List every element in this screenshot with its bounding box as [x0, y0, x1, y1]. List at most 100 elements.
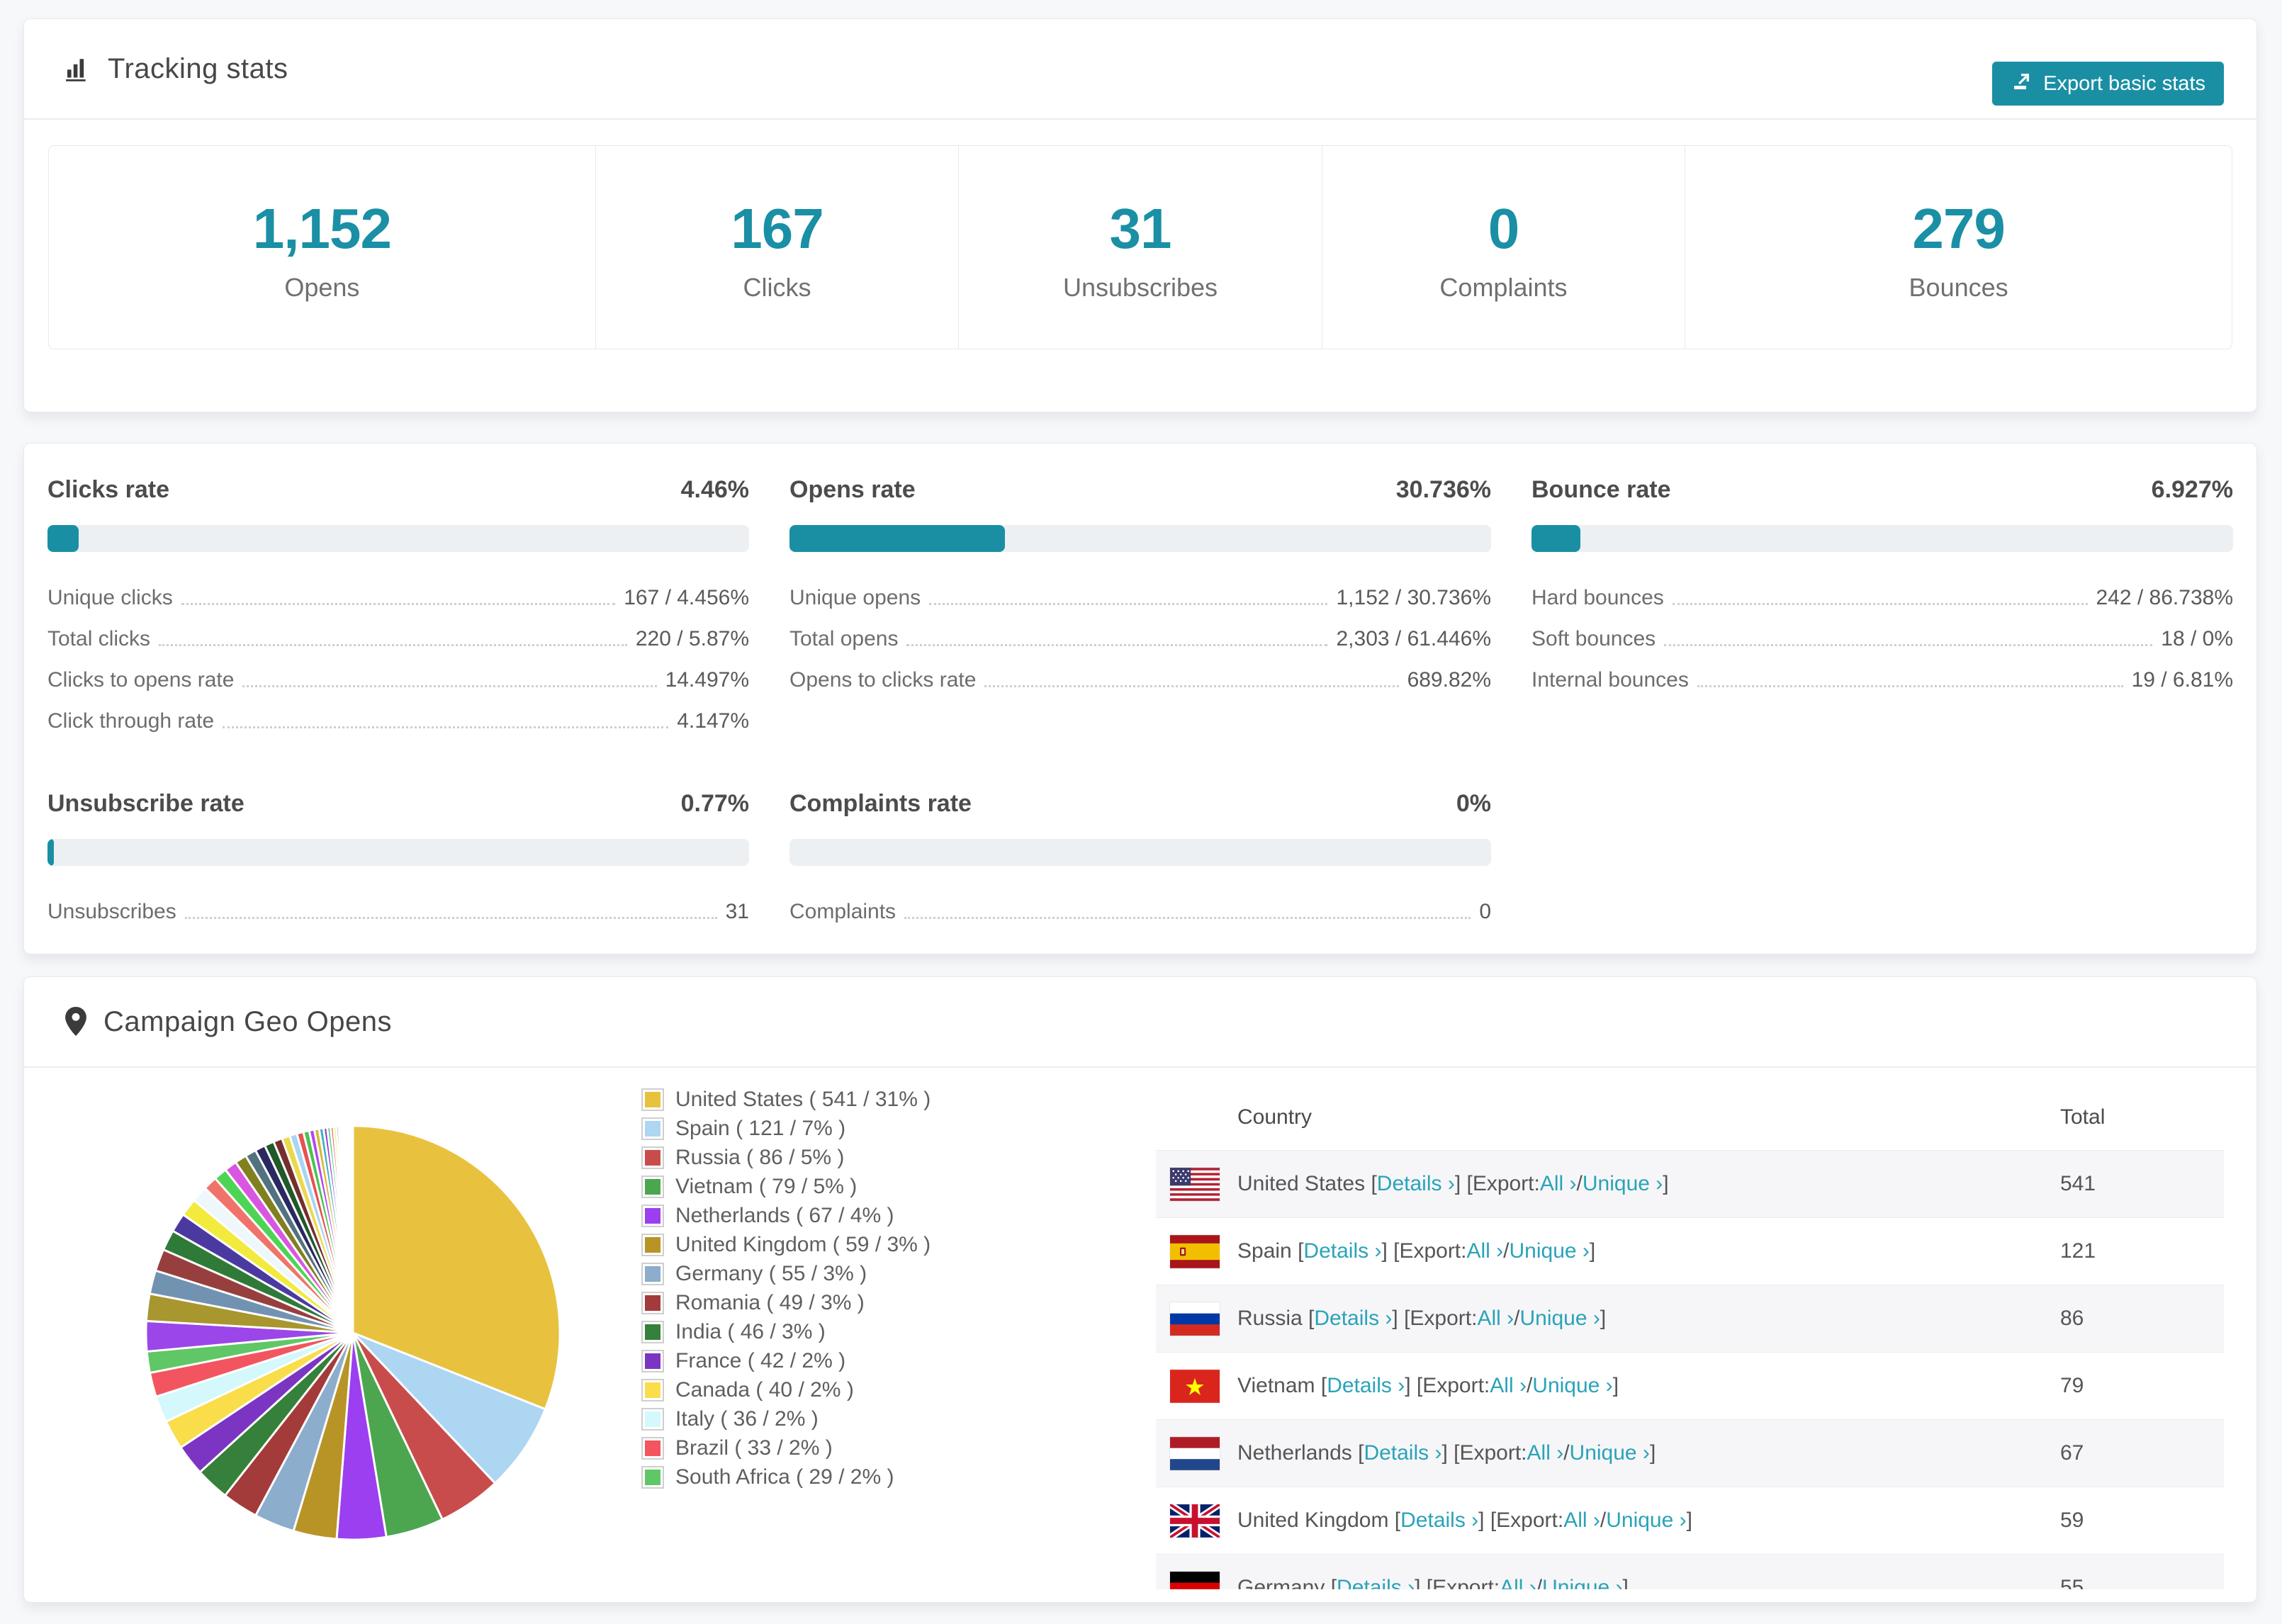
country-name: Russia [1237, 1307, 1303, 1330]
rate-detail-row: Unique opens 1,152 / 30.736% [789, 576, 1491, 617]
stat-label: Clicks [743, 273, 811, 302]
rate-detail-row: Soft bounces 18 / 0% [1531, 617, 2233, 658]
rate-detail-row: Internal bounces 19 / 6.81% [1531, 658, 2233, 699]
details-link[interactable]: Details › [1364, 1441, 1441, 1465]
rate-progress-bar [789, 839, 1491, 866]
rate-detail-value: 242 / 86.738% [2096, 586, 2234, 609]
legend-item-canada[interactable]: Canada ( 40 / 2% ) [641, 1375, 931, 1404]
details-link[interactable]: Details › [1303, 1239, 1381, 1263]
stat-label: Unsubscribes [1062, 273, 1218, 302]
rate-detail-label: Opens to clicks rate [789, 668, 977, 692]
rate-progress-bar [789, 525, 1491, 552]
legend-swatch [641, 1175, 664, 1198]
map-pin-icon [64, 1006, 88, 1037]
details-link[interactable]: Details › [1327, 1374, 1405, 1398]
legend-item-brazil[interactable]: Brazil ( 33 / 2% ) [641, 1433, 931, 1462]
rate-detail-label: Total opens [789, 627, 899, 650]
rate-rows: Unique clicks 167 / 4.456% Total clicks … [47, 576, 749, 740]
export-all-link[interactable]: All › [1466, 1239, 1503, 1263]
rate-rows: Complaints 0 [789, 890, 1491, 931]
stat-box-bounces: 279 Bounces [1685, 146, 2232, 349]
legend-item-united-states[interactable]: United States ( 541 / 31% ) [641, 1085, 931, 1114]
rate-detail-label: Unsubscribes [47, 900, 176, 923]
country-name: Netherlands [1237, 1441, 1352, 1465]
country-cell: Vietnam [Details ›] [Export: All › / Uni… [1156, 1369, 2060, 1403]
export-unique-link[interactable]: Unique › [1583, 1172, 1663, 1196]
rate-progress-fill [47, 525, 79, 552]
legend-item-south-africa[interactable]: South Africa ( 29 / 2% ) [641, 1462, 931, 1492]
export-unique-link[interactable]: Unique › [1532, 1374, 1612, 1398]
details-link[interactable]: Details › [1400, 1509, 1478, 1533]
stat-label: Opens [284, 273, 360, 302]
country-cell: Germany [Details ›] [Export: All › / Uni… [1156, 1571, 2060, 1589]
dotted-leader [929, 603, 1328, 605]
rate-detail-label: Total clicks [47, 627, 151, 650]
rate-head: Complaints rate 0% [789, 790, 1491, 818]
stat-value: 0 [1488, 197, 1519, 260]
flag-icon-vn [1170, 1369, 1220, 1403]
legend-swatch [641, 1465, 664, 1489]
rate-head: Unsubscribe rate 0.77% [47, 790, 749, 818]
country-name: United States [1237, 1172, 1366, 1195]
legend-item-netherlands[interactable]: Netherlands ( 67 / 4% ) [641, 1201, 931, 1230]
rate-detail-value: 31 [725, 900, 749, 923]
legend-item-russia[interactable]: Russia ( 86 / 5% ) [641, 1143, 931, 1172]
legend-item-france[interactable]: France ( 42 / 2% ) [641, 1346, 931, 1375]
geo-table: Country Total United States [Details ›] … [1156, 1085, 2224, 1589]
legend-swatch [641, 1204, 664, 1227]
export-unique-link[interactable]: Unique › [1542, 1576, 1622, 1589]
rate-progress-fill [789, 525, 1006, 552]
country-name: United Kingdom [1237, 1509, 1389, 1532]
legend-item-spain[interactable]: Spain ( 121 / 7% ) [641, 1114, 931, 1143]
export-unique-link[interactable]: Unique › [1519, 1307, 1600, 1331]
legend-item-germany[interactable]: Germany ( 55 / 3% ) [641, 1259, 931, 1288]
rate-title: Opens rate [789, 476, 916, 503]
export-basic-stats-button[interactable]: Export basic stats [1992, 62, 2224, 106]
rate-progress-bar [1531, 525, 2233, 552]
export-unique-link[interactable]: Unique › [1570, 1441, 1650, 1465]
country-cell: Netherlands [Details ›] [Export: All › /… [1156, 1436, 2060, 1470]
details-link[interactable]: Details › [1377, 1172, 1455, 1196]
rate-detail-value: 1,152 / 30.736% [1336, 586, 1491, 609]
rate-detail-value: 18 / 0% [2161, 627, 2233, 650]
legend-label: France ( 42 / 2% ) [675, 1348, 846, 1372]
rate-detail-row: Complaints 0 [789, 890, 1491, 931]
geo-header: Campaign Geo Opens [24, 977, 2256, 1066]
rate-detail-row: Hard bounces 242 / 86.738% [1531, 576, 2233, 617]
country-name: Vietnam [1237, 1374, 1315, 1397]
export-all-link[interactable]: All › [1500, 1576, 1536, 1589]
rates-grid: Clicks rate 4.46% Unique clicks 167 / 4.… [24, 444, 2256, 931]
flag-icon-ru [1170, 1302, 1220, 1336]
rate-detail-label: Internal bounces [1531, 668, 1689, 692]
rate-detail-value: 0 [1479, 900, 1491, 923]
legend-label: Romania ( 49 / 3% ) [675, 1290, 865, 1314]
rate-progress-fill [47, 839, 54, 866]
details-link[interactable]: Details › [1314, 1307, 1392, 1331]
dotted-leader [223, 726, 669, 728]
geo-opens-pie-chart[interactable] [143, 1123, 563, 1543]
legend-item-india[interactable]: India ( 46 / 3% ) [641, 1317, 931, 1346]
geo-table-body: United States [Details ›] [Export: All ›… [1156, 1150, 2224, 1589]
legend-label: Germany ( 55 / 3% ) [675, 1261, 867, 1285]
rate-detail-label: Unique clicks [47, 586, 173, 609]
export-unique-link[interactable]: Unique › [1606, 1509, 1686, 1533]
rate-detail-label: Clicks to opens rate [47, 668, 235, 692]
geo-table-row-us: United States [Details ›] [Export: All ›… [1156, 1150, 2224, 1217]
details-link[interactable]: Details › [1337, 1576, 1415, 1589]
export-unique-link[interactable]: Unique › [1510, 1239, 1590, 1263]
legend-item-italy[interactable]: Italy ( 36 / 2% ) [641, 1404, 931, 1433]
country-name: Germany [1237, 1576, 1325, 1589]
export-all-link[interactable]: All › [1490, 1374, 1527, 1398]
rate-detail-value: 2,303 / 61.446% [1336, 627, 1491, 650]
export-all-link[interactable]: All › [1477, 1307, 1514, 1331]
legend-item-united-kingdom[interactable]: United Kingdom ( 59 / 3% ) [641, 1230, 931, 1259]
export-all-link[interactable]: All › [1527, 1441, 1564, 1465]
dotted-leader [1664, 644, 2153, 646]
legend-label: Spain ( 121 / 7% ) [675, 1116, 846, 1140]
column-country: Country [1237, 1105, 1313, 1129]
legend-item-vietnam[interactable]: Vietnam ( 79 / 5% ) [641, 1172, 931, 1201]
export-all-link[interactable]: All › [1540, 1172, 1577, 1196]
legend-item-romania[interactable]: Romania ( 49 / 3% ) [641, 1288, 931, 1317]
geo-table-header: Country Total [1156, 1085, 2224, 1150]
export-all-link[interactable]: All › [1563, 1509, 1600, 1533]
